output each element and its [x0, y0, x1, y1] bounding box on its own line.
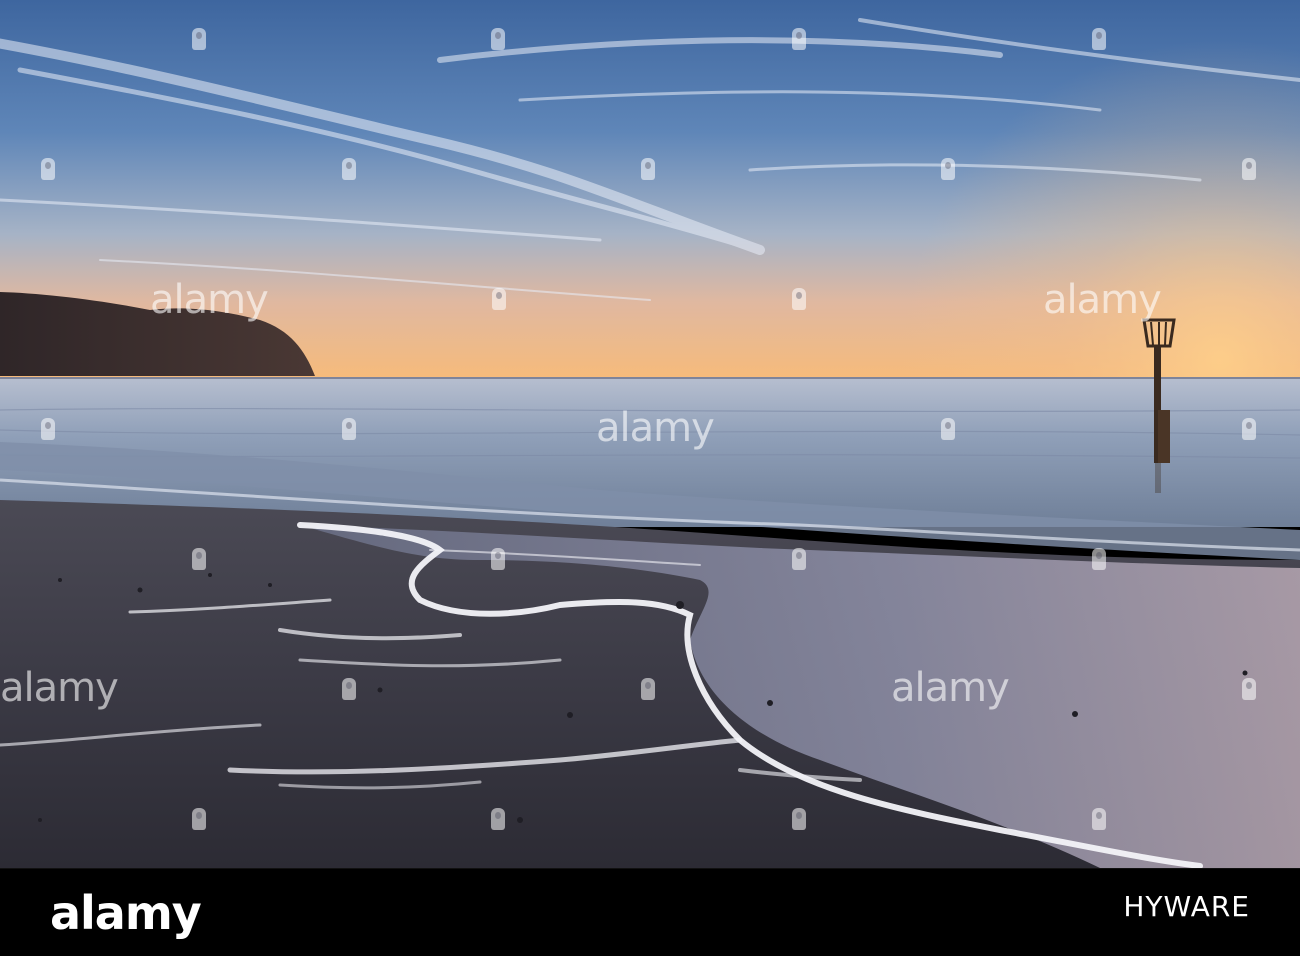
watermark-pin-icon: [1242, 678, 1256, 700]
watermark-pin-icon: [1242, 418, 1256, 440]
image-stage: alamy alamy alamy alamy alamy alamy HYWA…: [0, 0, 1300, 956]
watermark-text: alamy: [891, 665, 1010, 711]
footer-bar: alamy HYWARE: [0, 868, 1300, 956]
watermark-pin-icon: [192, 548, 206, 570]
watermark-text: alamy: [596, 405, 715, 451]
watermark-pin-icon: [1092, 28, 1106, 50]
watermark-pin-icon: [1092, 548, 1106, 570]
watermark-pin-icon: [342, 678, 356, 700]
watermark-pin-icon: [192, 808, 206, 830]
watermark-pin-icon: [792, 28, 806, 50]
watermark-text: alamy: [0, 665, 119, 711]
footer-logo: alamy: [50, 886, 202, 940]
watermark-pin-icon: [792, 288, 806, 310]
watermark-pin-icon: [792, 548, 806, 570]
watermark-pin-icon: [342, 158, 356, 180]
watermark-pin-icon: [491, 808, 505, 830]
beach-sunset-photo: alamy alamy alamy alamy alamy: [0, 0, 1300, 868]
watermark-pin-icon: [641, 158, 655, 180]
watermark-pin-icon: [41, 158, 55, 180]
watermark-pin-icon: [941, 158, 955, 180]
watermark-pin-icon: [1092, 808, 1106, 830]
watermark-text: alamy: [1043, 277, 1162, 323]
watermark-pin-icon: [1242, 158, 1256, 180]
watermark-text: alamy: [150, 277, 269, 323]
watermark-pin-icon: [941, 418, 955, 440]
watermark-pin-icon: [41, 418, 55, 440]
watermark-pin-icon: [641, 678, 655, 700]
watermark-pin-icon: [491, 548, 505, 570]
footer-divider: [0, 868, 1300, 869]
watermark-pin-icon: [491, 28, 505, 50]
watermark-pin-icon: [792, 808, 806, 830]
footer-image-id: HYWARE: [1123, 890, 1250, 923]
watermark-pin-icon: [492, 288, 506, 310]
watermark-pin-icon: [192, 28, 206, 50]
watermark-pin-icon: [342, 418, 356, 440]
